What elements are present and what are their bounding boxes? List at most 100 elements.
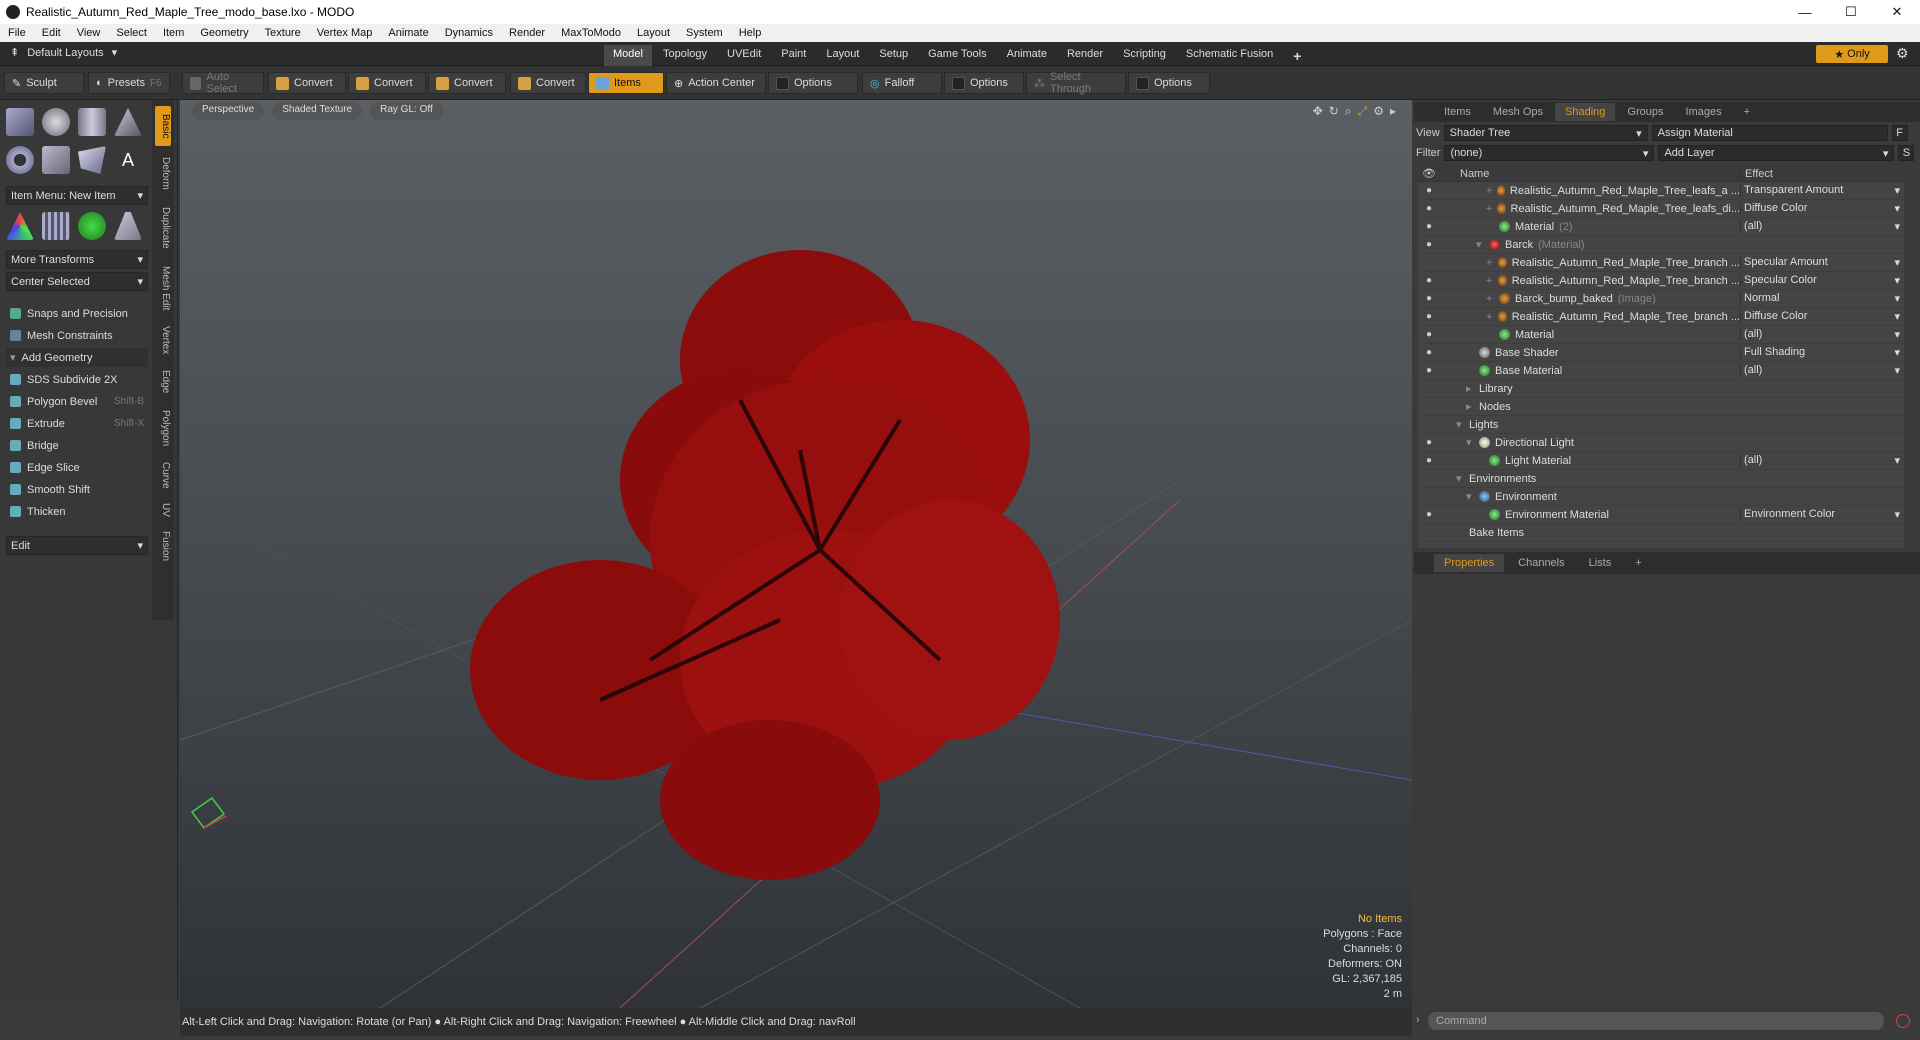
vtab-duplicate[interactable]: Duplicate (155, 200, 171, 256)
expand-icon[interactable]: ▾ (1456, 418, 1464, 431)
select-through-button[interactable]: ⁂ Select Through (1026, 71, 1126, 95)
vtab-fusion[interactable]: Fusion (155, 526, 171, 566)
visibility-eye-icon[interactable]: ● (1418, 203, 1440, 214)
visibility-eye-icon[interactable]: ● (1418, 185, 1440, 196)
vtab-edge[interactable]: Edge (155, 364, 171, 400)
tool-polygon-bevel[interactable]: Polygon Bevel Shift-B (6, 392, 148, 411)
default-layouts-dropdown[interactable]: ⇞ Default Layouts ▾ (10, 46, 117, 60)
options-button-2[interactable]: Options (944, 72, 1024, 94)
edit-dropdown[interactable]: Edit ▾ (6, 536, 148, 555)
tab-setup[interactable]: Setup (870, 45, 917, 67)
visibility-eye-icon[interactable]: ● (1418, 329, 1440, 340)
expand-icon[interactable]: ▾ (1476, 238, 1484, 251)
tab-model[interactable]: Model (604, 45, 652, 67)
menu-geometry[interactable]: Geometry (192, 27, 256, 39)
shader-tree-row[interactable]: ● Material (2) (all) ▾ (1418, 218, 1904, 236)
pyramid-icon[interactable] (114, 212, 142, 240)
gear-icon[interactable]: ⚙ (1896, 45, 1909, 62)
sculpt-button[interactable]: ✎ Sculpt (4, 72, 84, 94)
transform-icon[interactable] (6, 212, 34, 240)
tab-groups[interactable]: Groups (1617, 103, 1673, 121)
shader-tree-row[interactable]: ● ▾ Directional Light (1418, 434, 1904, 452)
vtab-mesh-edit[interactable]: Mesh Edit (155, 260, 171, 316)
text-tool-icon[interactable]: A (114, 146, 142, 174)
effect-cell[interactable]: Full Shading ▾ (1740, 346, 1904, 359)
assign-material-button[interactable]: Assign Material (1651, 125, 1888, 141)
cube-icon[interactable] (6, 108, 34, 136)
tab-paint[interactable]: Paint (772, 45, 815, 67)
tab-animate[interactable]: Animate (998, 45, 1056, 67)
convert-button-3[interactable]: Convert (428, 72, 506, 94)
tab-channels[interactable]: Channels (1508, 554, 1574, 572)
convert-button-1[interactable]: Convert (268, 72, 346, 94)
menu-layout[interactable]: Layout (629, 27, 678, 39)
shader-tree-row[interactable]: ▸ Nodes (1418, 398, 1904, 416)
visibility-eye-icon[interactable]: ● (1418, 437, 1440, 448)
effect-cell[interactable]: Diffuse Color ▾ (1740, 310, 1904, 323)
menu-vertex-map[interactable]: Vertex Map (309, 27, 381, 39)
visibility-eye-icon[interactable]: ● (1418, 221, 1440, 232)
item-menu-dropdown[interactable]: Item Menu: New Item ▾ (6, 186, 148, 205)
action-center-button[interactable]: ⊕ Action Center (666, 72, 766, 94)
effect-cell[interactable]: Specular Amount ▾ (1740, 256, 1904, 269)
effect-cell[interactable]: (all) ▾ (1740, 328, 1904, 341)
shader-tree-row[interactable]: ● Base Shader Full Shading ▾ (1418, 344, 1904, 362)
shader-tree-row[interactable]: ● ▾ Barck (Material) (1418, 236, 1904, 254)
vtab-deform[interactable]: Deform (155, 150, 171, 196)
expand-icon[interactable]: + (1486, 257, 1493, 269)
add-tab-button[interactable]: + (1284, 45, 1310, 67)
expand-icon[interactable]: + (1486, 293, 1494, 305)
effect-cell[interactable]: (all) ▾ (1740, 364, 1904, 377)
cone-icon[interactable] (114, 108, 142, 136)
tool-smooth-shift[interactable]: Smooth Shift (6, 480, 148, 499)
expand-icon[interactable]: + (1486, 185, 1492, 197)
falloff-button[interactable]: ◎ Falloff (862, 72, 942, 94)
tab-items[interactable]: Items (1434, 103, 1481, 121)
shader-tree-row[interactable]: Bake Items (1418, 524, 1904, 542)
visibility-eye-icon[interactable]: ● (1418, 455, 1440, 466)
shader-tree-row[interactable]: ● Material (all) ▾ (1418, 326, 1904, 344)
shader-tree-row[interactable]: ● + Barck_bump_baked (Image) Normal ▾ (1418, 290, 1904, 308)
minimize-button[interactable]: — (1782, 0, 1828, 24)
close-button[interactable]: ✕ (1874, 0, 1920, 24)
menu-maxtomodo[interactable]: MaxToModo (553, 27, 629, 39)
shader-tree-row[interactable]: ▾ Lights (1418, 416, 1904, 434)
command-input[interactable]: Command (1428, 1012, 1884, 1030)
torus-icon[interactable] (6, 146, 34, 174)
menu-animate[interactable]: Animate (380, 27, 436, 39)
menu-view[interactable]: View (69, 27, 109, 39)
tab-properties[interactable]: Properties (1434, 554, 1505, 572)
effect-column-header[interactable]: Effect (1740, 167, 1904, 180)
shader-tree-row[interactable]: ● + Realistic_Autumn_Red_Maple_Tree_branch… (1418, 308, 1904, 326)
tab-images[interactable]: Images (1676, 103, 1732, 121)
expand-icon[interactable]: + (1486, 203, 1492, 215)
more-transforms-dropdown[interactable]: More Transforms ▾ (6, 250, 148, 269)
tab-layout[interactable]: Layout (817, 45, 868, 67)
record-icon[interactable] (1896, 1014, 1910, 1028)
shader-tree-row[interactable]: ▾ Environment (1418, 488, 1904, 506)
shader-tree-row[interactable]: + Realistic_Autumn_Red_Maple_Tree_branch … (1418, 254, 1904, 272)
shader-tree-row[interactable]: ● + Realistic_Autumn_Red_Maple_Tree_leafs_… (1418, 200, 1904, 218)
name-column-header[interactable]: Name (1440, 168, 1740, 180)
visibility-eye-icon[interactable]: ● (1418, 347, 1440, 358)
tab-scripting[interactable]: Scripting (1114, 45, 1175, 67)
effect-cell[interactable]: (all) ▾ (1740, 454, 1904, 467)
vtab-uv[interactable]: UV (155, 498, 171, 522)
tab-uvedit[interactable]: UVEdit (718, 45, 770, 67)
shader-tree-row[interactable]: ● + Realistic_Autumn_Red_Maple_Tree_branch… (1418, 272, 1904, 290)
vtab-vertex[interactable]: Vertex (155, 320, 171, 360)
menu-select[interactable]: Select (108, 27, 155, 39)
menu-system[interactable]: System (678, 27, 731, 39)
maximize-button[interactable]: ☐ (1828, 0, 1874, 24)
filter-dropdown[interactable]: (none) ▾ (1444, 145, 1655, 161)
add-tab-button[interactable]: + (1625, 554, 1651, 572)
s-button[interactable]: S (1898, 145, 1915, 161)
effect-cell[interactable]: (all) ▾ (1740, 220, 1904, 233)
effect-cell[interactable]: Normal ▾ (1740, 292, 1904, 305)
tab-mesh-ops[interactable]: Mesh Ops (1483, 103, 1553, 121)
tool-thicken[interactable]: Thicken (6, 502, 148, 521)
options-button-1[interactable]: Options (768, 72, 858, 94)
expand-icon[interactable]: + (1486, 311, 1493, 323)
visibility-eye-icon[interactable]: ● (1418, 509, 1440, 520)
effect-cell[interactable]: Specular Color ▾ (1740, 274, 1904, 287)
